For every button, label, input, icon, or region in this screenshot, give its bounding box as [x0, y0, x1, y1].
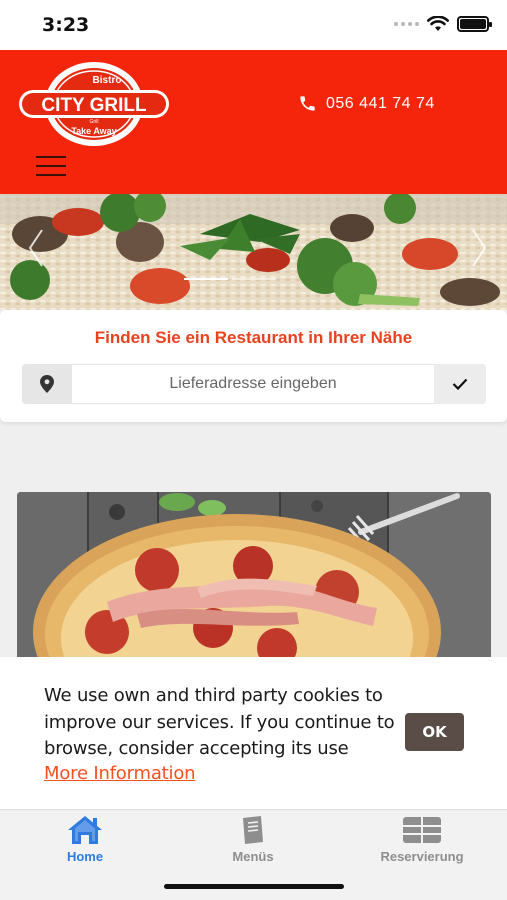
phone-number: 056 441 74 74 — [326, 94, 435, 112]
status-time: 3:23 — [42, 14, 90, 36]
tab-reservierung-label: Reservierung — [380, 849, 464, 864]
svg-text:Bistro: Bistro — [93, 75, 122, 86]
home-icon — [68, 816, 102, 844]
cookie-ok-button[interactable]: OK — [405, 713, 464, 751]
wifi-icon — [427, 16, 449, 31]
city-grill-logo[interactable]: CITY GRILL Bistro Grill Take Away — [17, 59, 171, 149]
app-header: CITY GRILL Bistro Grill Take Away 056 44… — [0, 50, 507, 194]
cellular-signal-icon — [394, 22, 419, 26]
checkmark-icon — [452, 378, 468, 390]
home-indicator[interactable] — [164, 884, 344, 889]
tab-home-label: Home — [66, 849, 104, 864]
pizza-illustration — [17, 492, 491, 662]
more-information-link[interactable]: More Information — [44, 763, 196, 784]
tab-menus-label: Menüs — [232, 849, 274, 864]
status-icons — [394, 16, 492, 32]
status-bar: 3:23 — [0, 0, 507, 50]
restaurant-search-card: Finden Sie ein Restaurant in Ihrer Nähe — [0, 310, 507, 422]
phone-link[interactable]: 056 441 74 74 — [298, 94, 435, 113]
address-search-row — [22, 364, 486, 404]
pizza-promo-image[interactable] — [17, 492, 491, 662]
search-title: Finden Sie ein Restaurant in Ihrer Nähe — [94, 328, 413, 347]
svg-text:Grill: Grill — [90, 119, 99, 125]
carousel-indicator[interactable] — [184, 278, 276, 280]
menu-book-icon — [243, 816, 263, 844]
phone-icon — [300, 96, 315, 111]
tab-home[interactable]: Home — [20, 814, 150, 868]
hamburger-menu-icon[interactable] — [36, 156, 66, 178]
location-pin-icon[interactable] — [22, 364, 72, 404]
carousel-prev-arrow-icon[interactable] — [26, 228, 46, 268]
carousel-next-arrow-icon[interactable] — [469, 228, 489, 268]
battery-icon — [457, 16, 492, 32]
cookie-message: We use own and third party cookies to im… — [44, 685, 395, 759]
table-grid-icon — [403, 817, 441, 843]
tab-menus[interactable]: Menüs — [188, 814, 318, 868]
rice-vegetables-illustration — [0, 194, 507, 310]
hero-food-image — [0, 194, 507, 310]
confirm-address-button[interactable] — [434, 364, 486, 404]
delivery-address-input[interactable] — [72, 364, 434, 404]
tab-reservierung[interactable]: Reservierung — [357, 814, 487, 868]
svg-text:Take Away: Take Away — [71, 126, 116, 136]
cookie-consent-banner: We use own and third party cookies to im… — [0, 657, 507, 809]
svg-text:CITY GRILL: CITY GRILL — [41, 95, 147, 116]
